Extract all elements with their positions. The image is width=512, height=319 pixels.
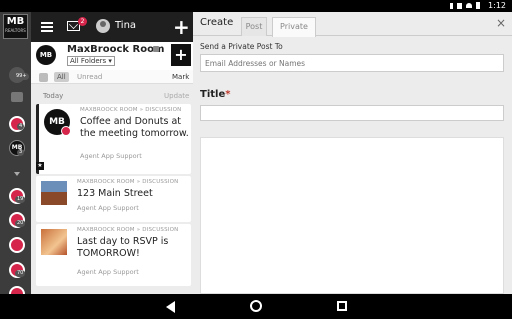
folder-select-value: All Folders — [70, 57, 107, 65]
rail-chat-icon[interactable] — [11, 92, 23, 102]
recipients-input[interactable] — [200, 54, 504, 72]
tab-post[interactable]: Post — [241, 17, 267, 36]
feed-panel: MB MaxBroock Room All Folders ▾ + All Un… — [31, 42, 193, 294]
rail-badge-room-4: 20 — [15, 220, 26, 227]
section-label: Today — [43, 92, 64, 100]
mark-button[interactable]: Mark — [172, 73, 189, 81]
rss-icon[interactable] — [39, 73, 48, 82]
filter-all[interactable]: All — [54, 72, 69, 82]
title-input[interactable] — [200, 105, 504, 121]
post-author: Agent App Support — [77, 204, 139, 212]
folder-select[interactable]: All Folders ▾ — [67, 56, 115, 66]
rail-badge-room-5: 70 — [15, 270, 26, 277]
post-breadcrumb: MAXBROOCK ROOM » DISCUSSION — [80, 107, 182, 113]
vibrate-icon — [457, 2, 462, 9]
room-header: MB MaxBroock Room All Folders ▾ + — [31, 42, 193, 70]
tab-private[interactable]: Private — [272, 17, 316, 37]
rail-badge-room-3: 19 — [15, 196, 26, 203]
room-title[interactable]: MaxBroock Room — [67, 44, 164, 55]
status-time: 1:12 — [488, 1, 506, 10]
status-icons — [450, 2, 480, 9]
post-author: Agent App Support — [77, 268, 139, 276]
left-rail: MB REALTORS 99+ 4 MB 3 19 20 70 — [0, 12, 31, 302]
post-title: Last day to RSVP is TOMORROW! — [77, 236, 169, 259]
system-nav-bar — [0, 294, 512, 319]
menu-icon[interactable] — [41, 22, 53, 32]
recent-apps-icon[interactable] — [337, 301, 347, 311]
create-tab-bar: Create Post Private × — [193, 12, 512, 37]
updated-label: Update — [164, 92, 190, 100]
post-thumbnail — [41, 181, 67, 205]
room-add-button[interactable]: + — [171, 44, 191, 66]
mail-badge: 2 — [78, 17, 87, 26]
post-type-badge-icon — [61, 126, 71, 136]
rail-badge-home: 99+ — [14, 73, 29, 80]
app-logo-text: MB — [6, 16, 25, 27]
post-title: Coffee and Donuts at the meeting tomorro… — [80, 116, 189, 139]
battery-icon — [476, 2, 480, 9]
create-panel: Create Post Private × Send a Private Pos… — [193, 12, 512, 294]
room-logo: MB — [36, 45, 56, 65]
title-label-text: Title — [200, 89, 226, 100]
title-label: Title* — [200, 89, 230, 100]
bluetooth-icon — [450, 2, 453, 9]
user-name[interactable]: Tina — [115, 20, 136, 31]
star-icon[interactable]: ★ — [36, 162, 44, 170]
recipients-label: Send a Private Post To — [200, 42, 283, 51]
filter-unread[interactable]: Unread — [77, 73, 102, 81]
list-item[interactable]: MAXBROOCK ROOM » DISCUSSION 123 Main Str… — [36, 176, 191, 222]
user-avatar[interactable] — [96, 19, 110, 33]
app-logo[interactable]: MB REALTORS — [3, 14, 28, 39]
home-icon[interactable] — [250, 300, 262, 312]
top-header: 2 Tina + — [31, 12, 193, 42]
post-breadcrumb: MAXBROOCK ROOM » DISCUSSION — [77, 179, 179, 185]
back-icon[interactable] — [166, 301, 175, 313]
post-thumbnail — [41, 229, 67, 255]
list-item[interactable]: MAXBROOCK ROOM » DISCUSSION Last day to … — [36, 224, 191, 286]
new-post-plus-icon[interactable]: + — [173, 15, 190, 39]
list-item[interactable]: MB MAXBROOCK ROOM » DISCUSSION Coffee an… — [36, 104, 191, 174]
required-mark: * — [225, 89, 231, 100]
rail-idea-icon[interactable] — [9, 237, 25, 253]
body-editor[interactable] — [200, 137, 504, 294]
wifi-icon — [466, 3, 472, 8]
post-author: Agent App Support — [80, 152, 142, 160]
rail-badge-room-2: 3 — [17, 149, 25, 156]
create-heading: Create — [200, 17, 234, 28]
status-bar: 1:12 — [0, 0, 512, 12]
post-breadcrumb: MAXBROOCK ROOM » DISCUSSION — [77, 227, 179, 233]
app-logo-subtext: REALTORS — [5, 28, 26, 33]
post-title: 123 Main Street — [77, 188, 153, 199]
dropdown-arrow-icon: ▾ — [108, 57, 112, 65]
rail-expand-chevron-icon[interactable] — [14, 172, 20, 176]
filter-bar: All Unread Mark — [31, 70, 193, 84]
close-icon[interactable]: × — [496, 16, 506, 30]
lock-icon — [153, 46, 159, 52]
